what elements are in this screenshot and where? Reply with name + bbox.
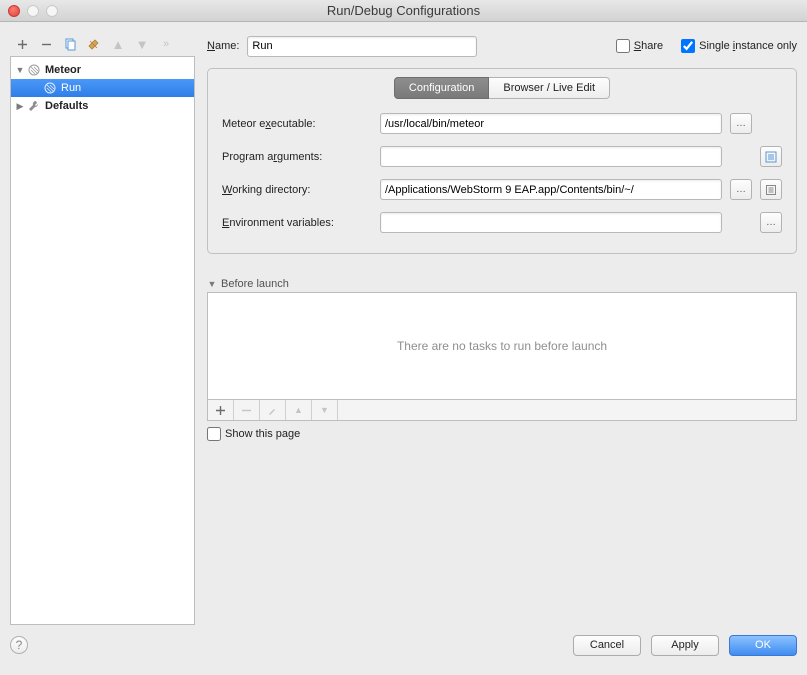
env-label: Environment variables: [222, 217, 372, 229]
bl-up-icon: ▲ [286, 400, 312, 420]
tree-label: Defaults [43, 100, 88, 112]
sidebar-toolbar: ▲ ▼ » [10, 32, 195, 56]
before-launch-section: ▼ Before launch There are no tasks to ru… [207, 278, 797, 441]
before-launch-empty: There are no tasks to run before launch [397, 339, 607, 353]
tree-node-run[interactable]: · Run [11, 79, 194, 97]
tab-browser-live-edit[interactable]: Browser / Live Edit [489, 77, 610, 99]
close-icon[interactable] [8, 5, 20, 17]
meteor-icon [43, 81, 57, 95]
titlebar: Run/Debug Configurations [0, 0, 807, 22]
bl-remove-icon [234, 400, 260, 420]
expand-args-button[interactable] [760, 146, 782, 167]
tree-node-meteor[interactable]: ▼ Meteor [11, 61, 194, 79]
name-input[interactable] [247, 36, 477, 57]
wrench-icon [27, 99, 41, 113]
browse-env-button[interactable]: … [760, 212, 782, 233]
args-input[interactable] [380, 146, 722, 167]
chevron-down-icon[interactable]: ▼ [15, 65, 25, 75]
show-this-page-checkbox[interactable]: Show this page [207, 427, 797, 441]
meteor-icon [27, 63, 41, 77]
chevron-right-icon[interactable]: ▶ [15, 101, 25, 112]
chevrons-icon[interactable]: » [156, 34, 176, 54]
share-checkbox[interactable]: Share [616, 39, 663, 53]
bl-edit-icon [260, 400, 286, 420]
footer: ? Cancel Apply OK [0, 625, 807, 665]
single-instance-checkbox[interactable]: Single instance only [681, 39, 797, 53]
help-icon[interactable]: ? [10, 636, 28, 654]
cancel-button[interactable]: Cancel [573, 635, 641, 656]
browse-exec-button[interactable]: … [730, 113, 752, 134]
before-launch-list[interactable]: There are no tasks to run before launch [207, 292, 797, 400]
settings-icon[interactable] [84, 34, 104, 54]
bl-add-icon[interactable] [208, 400, 234, 420]
macro-wd-button[interactable] [760, 179, 782, 200]
wd-label: Working directory: [222, 184, 372, 196]
ok-button[interactable]: OK [729, 635, 797, 656]
remove-icon[interactable] [36, 34, 56, 54]
main-panel: Name: Share Single instance only Configu… [195, 32, 797, 625]
env-input[interactable] [380, 212, 722, 233]
name-label: Name: [207, 40, 239, 52]
minimize-icon[interactable] [27, 5, 39, 17]
config-panel: Configuration Browser / Live Edit Meteor… [207, 68, 797, 254]
before-launch-toolbar: ▲ ▼ [207, 400, 797, 421]
traffic-lights [8, 5, 58, 17]
before-launch-label: Before launch [221, 278, 289, 290]
tab-configuration[interactable]: Configuration [394, 77, 489, 99]
config-tree[interactable]: ▼ Meteor · Run ▶ Defaults [10, 56, 195, 625]
tree-label: Run [59, 82, 81, 94]
sidebar: ▲ ▼ » ▼ Meteor · Run ▶ [10, 32, 195, 625]
window-title: Run/Debug Configurations [327, 3, 480, 18]
tabs: Configuration Browser / Live Edit [222, 77, 782, 99]
apply-button[interactable]: Apply [651, 635, 719, 656]
tree-label: Meteor [43, 64, 81, 76]
tree-node-defaults[interactable]: ▶ Defaults [11, 97, 194, 115]
move-up-icon: ▲ [108, 34, 128, 54]
args-label: Program arguments: [222, 151, 372, 163]
browse-wd-button[interactable]: … [730, 179, 752, 200]
add-icon[interactable] [12, 34, 32, 54]
copy-icon[interactable] [60, 34, 80, 54]
move-down-icon: ▼ [132, 34, 152, 54]
zoom-icon[interactable] [46, 5, 58, 17]
exec-input[interactable] [380, 113, 722, 134]
chevron-down-icon[interactable]: ▼ [207, 279, 217, 289]
wd-input[interactable] [380, 179, 722, 200]
bl-down-icon: ▼ [312, 400, 338, 420]
exec-label: Meteor executable: [222, 118, 372, 130]
